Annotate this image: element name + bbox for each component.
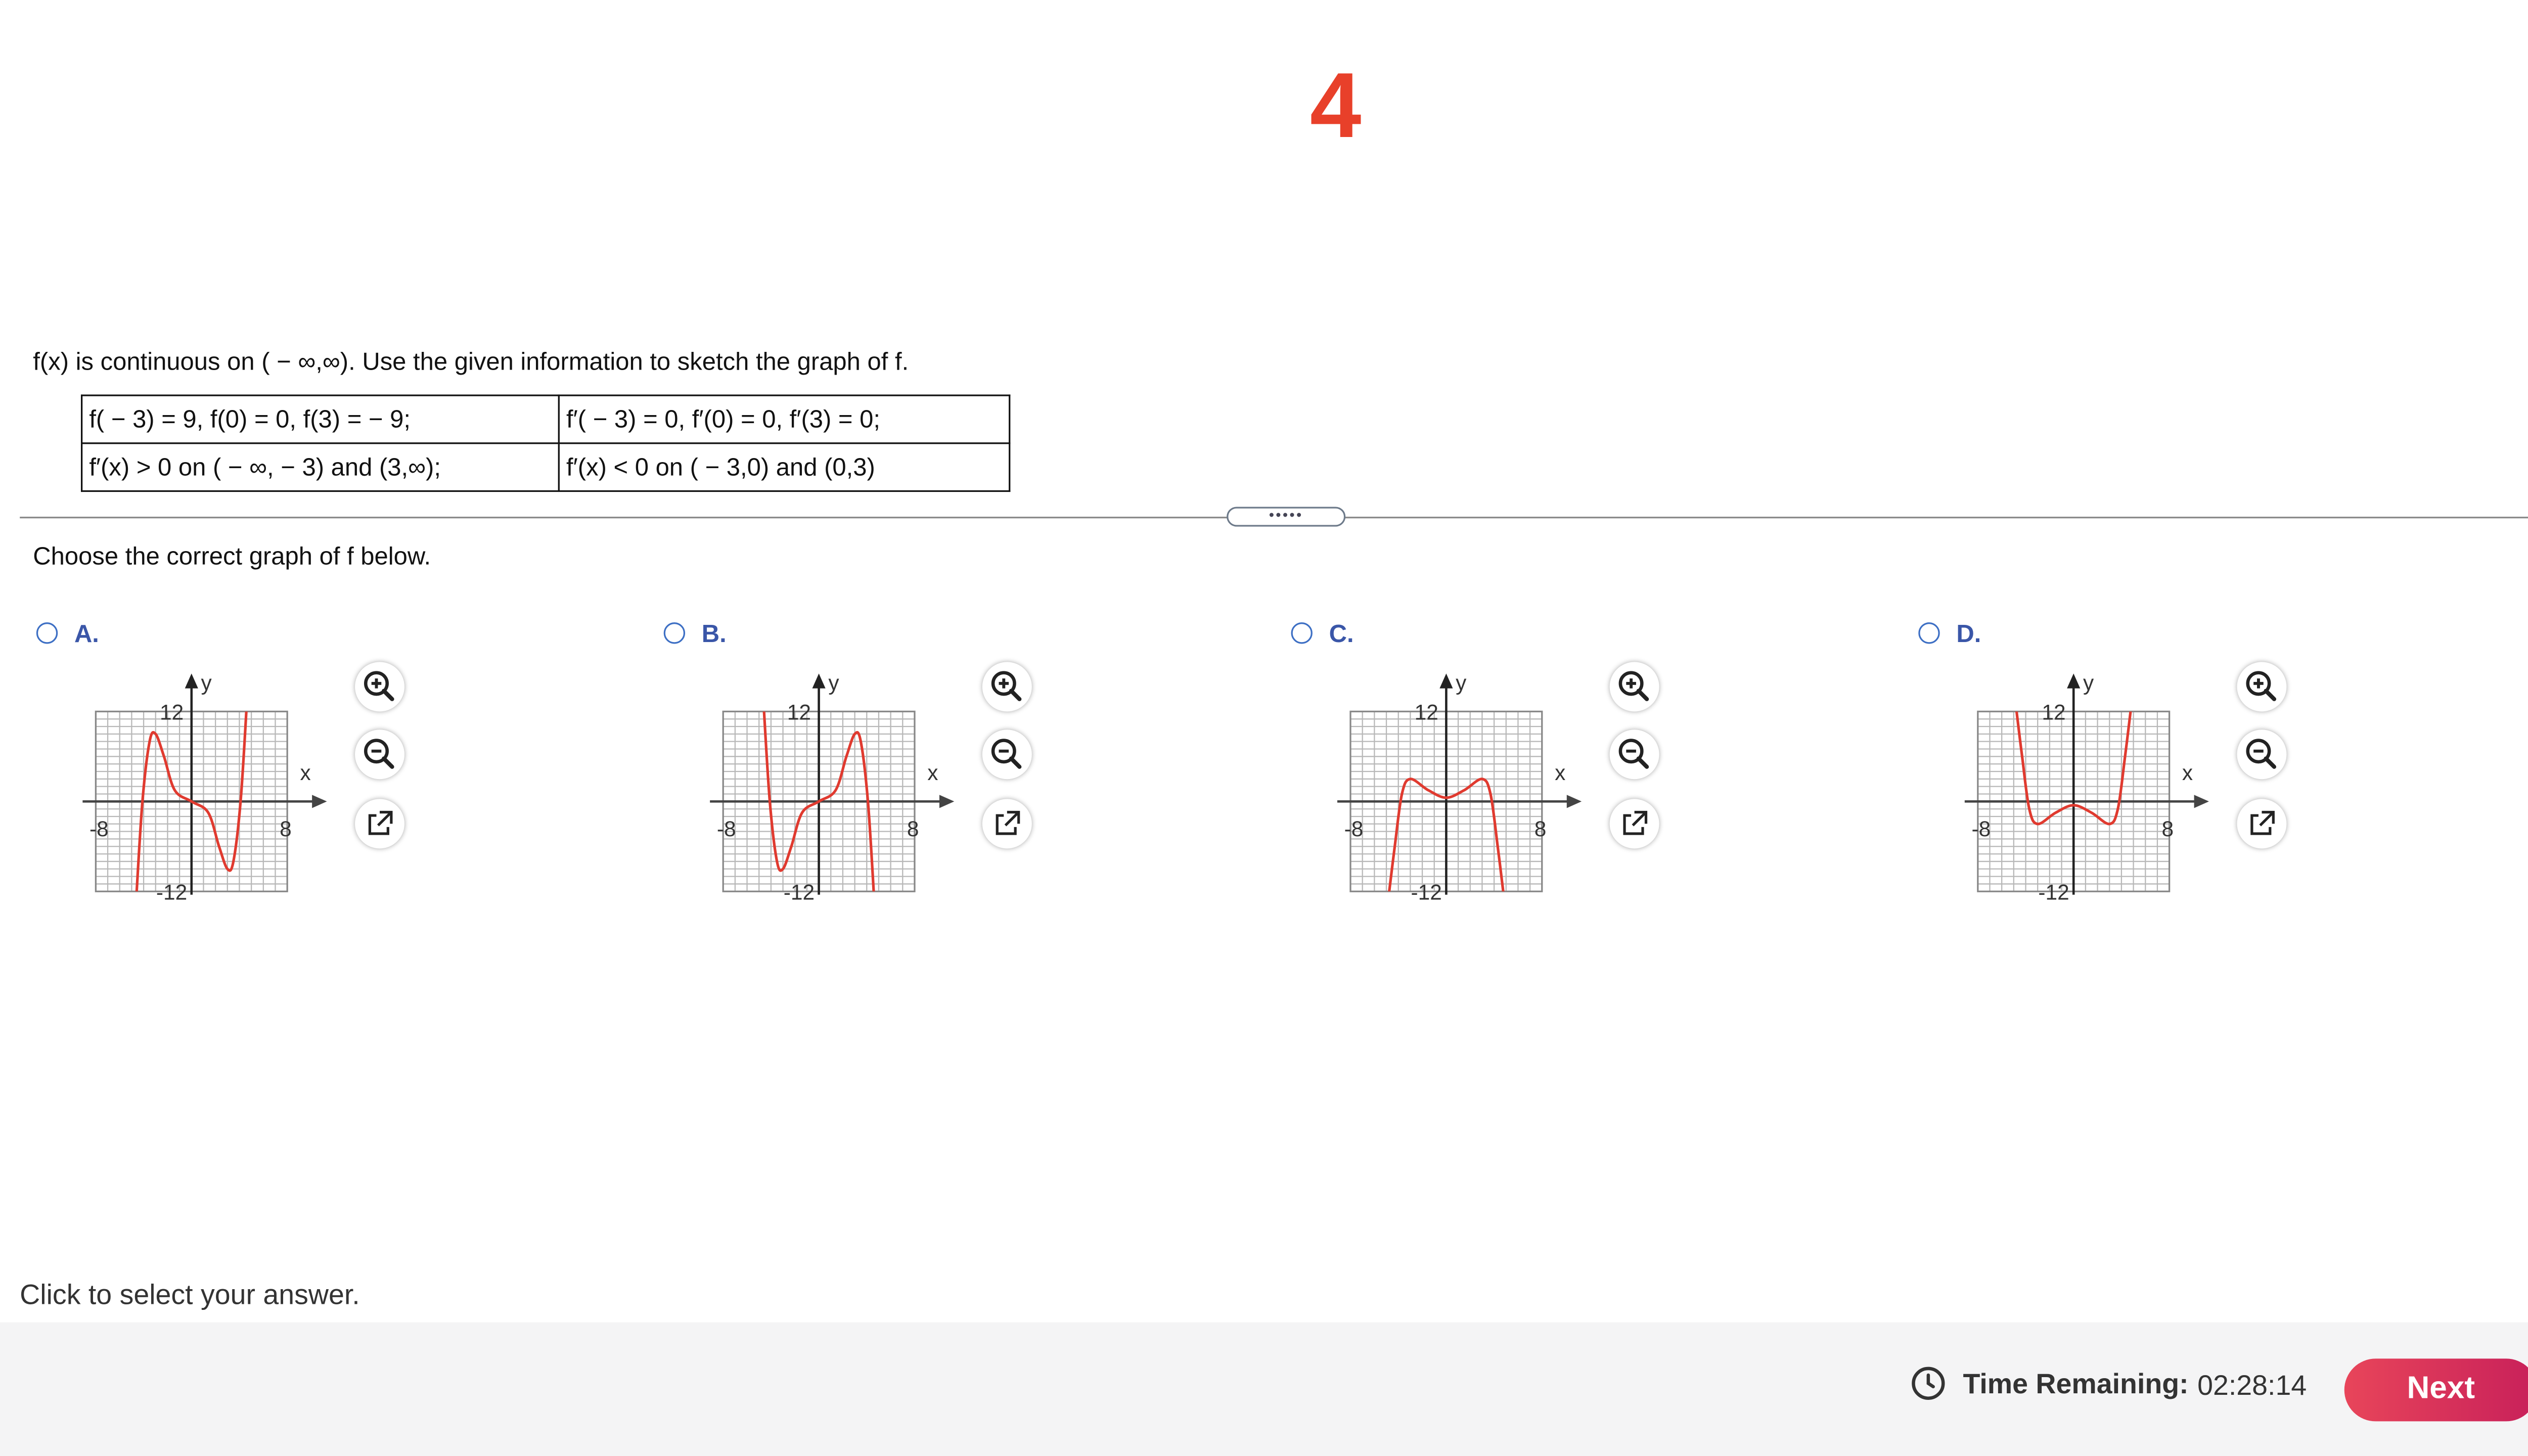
open-new-window-button[interactable] [1609, 799, 1659, 849]
choice-letter[interactable]: A. [74, 621, 99, 649]
choice-letter[interactable]: C. [1329, 621, 1354, 649]
radio-button[interactable] [1291, 622, 1313, 644]
zoom-in-button[interactable] [355, 662, 404, 712]
x-max-tick-label: 8 [1534, 817, 1547, 841]
x-axis-label: x [1555, 761, 1565, 785]
x-axis-label: x [2182, 761, 2193, 785]
zoom-in-button[interactable] [1609, 662, 1659, 712]
open-in-new-window-icon [996, 810, 1020, 835]
y-min-tick-label: -12 [2038, 881, 2069, 904]
y-axis-label: y [828, 671, 839, 695]
zoom-in-button[interactable] [982, 662, 1032, 712]
y-max-tick-label: 12 [2042, 701, 2065, 724]
choice-letter[interactable]: B. [702, 621, 727, 649]
table-cell: f′(x) > 0 on ( − ∞, − 3) and (3,∞); [80, 442, 560, 492]
choice-b[interactable]: B. y x 12 -12 -8 8 [660, 611, 1090, 924]
y-axis-arrow-icon [2067, 673, 2081, 689]
zoom-out-icon [1618, 739, 1649, 769]
x-axis-arrow-icon [939, 795, 955, 808]
x-axis-label: x [300, 761, 310, 785]
radio-button[interactable] [36, 622, 58, 644]
y-axis-arrow-icon [812, 673, 826, 689]
x-axis-label: x [927, 761, 938, 785]
x-min-tick-label: -8 [717, 817, 736, 841]
x-max-tick-label: 8 [280, 817, 292, 841]
x-max-tick-label: 8 [907, 817, 919, 841]
zoom-out-button[interactable] [355, 730, 404, 780]
time-remaining-value: 02:28:14 [2197, 1370, 2307, 1402]
next-button[interactable]: Next [2344, 1358, 2528, 1422]
zoom-out-icon [2246, 739, 2277, 769]
page: 4 f(x) is continuous on ( − ∞,∞). Use th… [0, 0, 2528, 1456]
zoom-in-button[interactable] [2237, 662, 2287, 712]
zoom-out-icon [364, 739, 394, 769]
open-new-window-button[interactable] [982, 799, 1032, 849]
table-cell: f′( − 3) = 0, f′(0) = 0, f′(3) = 0; [558, 394, 1011, 444]
table-row: f( − 3) = 9, f(0) = 0, f(3) = − 9; f′( −… [80, 394, 1011, 444]
choice-c[interactable]: C. y x 12 -12 -8 8 [1288, 611, 1717, 924]
given-information-table: f( − 3) = 9, f(0) = 0, f(3) = − 9; f′( −… [80, 394, 1011, 492]
y-max-tick-label: 12 [160, 701, 184, 724]
zoom-in-icon [364, 671, 394, 701]
choice-letter[interactable]: D. [1956, 621, 1981, 649]
y-axis-label: y [1456, 671, 1467, 695]
open-new-window-button[interactable] [2237, 799, 2287, 849]
zoom-out-icon [991, 739, 1022, 769]
y-max-tick-label: 12 [787, 701, 811, 724]
x-axis-arrow-icon [312, 795, 327, 808]
open-in-new-window-icon [2250, 810, 2275, 835]
x-axis-arrow-icon [2194, 795, 2209, 808]
graph-c[interactable]: y x 12 -12 -8 8 [1337, 660, 1618, 908]
y-min-tick-label: -12 [1411, 881, 1442, 904]
choice-a[interactable]: A. y x 12 -12 -8 8 [33, 611, 462, 924]
x-min-tick-label: -8 [89, 817, 109, 841]
graph-a[interactable]: y x 12 -12 -8 8 [82, 660, 363, 908]
y-axis-label: y [2083, 671, 2094, 695]
graph-d[interactable]: y x 12 -12 -8 8 [1964, 660, 2245, 908]
radio-button[interactable] [663, 622, 686, 644]
question-prompt: f(x) is continuous on ( − ∞,∞). Use the … [33, 348, 909, 377]
instruction-text: Choose the correct graph of f below. [33, 543, 431, 571]
zoom-in-icon [1618, 671, 1649, 701]
y-min-tick-label: -12 [156, 881, 187, 904]
select-answer-hint: Click to select your answer. [20, 1279, 360, 1311]
zoom-out-button[interactable] [982, 730, 1032, 780]
open-new-window-button[interactable] [355, 799, 404, 849]
x-max-tick-label: 8 [2162, 817, 2174, 841]
y-min-tick-label: -12 [784, 881, 815, 904]
question-number: 4 [1310, 53, 1362, 157]
x-min-tick-label: -8 [1344, 817, 1364, 841]
x-axis-arrow-icon [1566, 795, 1582, 808]
y-axis-label: y [201, 671, 212, 695]
time-remaining-label: Time Remaining: [1963, 1368, 2189, 1400]
zoom-in-icon [991, 671, 1022, 701]
y-axis-arrow-icon [185, 673, 198, 689]
open-in-new-window-icon [1623, 810, 1648, 835]
x-min-tick-label: -8 [1971, 817, 1991, 841]
open-in-new-window-icon [368, 810, 393, 835]
y-axis-arrow-icon [1439, 673, 1453, 689]
zoom-out-button[interactable] [2237, 730, 2287, 780]
zoom-in-icon [2246, 671, 2277, 701]
divider-drag-handle[interactable]: ••••• [1227, 507, 1346, 527]
table-cell: f( − 3) = 9, f(0) = 0, f(3) = − 9; [80, 394, 560, 444]
y-max-tick-label: 12 [1415, 701, 1438, 724]
table-row: f′(x) > 0 on ( − ∞, − 3) and (3,∞); f′(x… [80, 442, 1011, 492]
zoom-out-button[interactable] [1609, 730, 1659, 780]
table-cell: f′(x) < 0 on ( − 3,0) and (0,3) [558, 442, 1011, 492]
radio-button[interactable] [1918, 622, 1940, 644]
graph-b[interactable]: y x 12 -12 -8 8 [710, 660, 990, 908]
clock-icon [1912, 1367, 1945, 1400]
choice-d[interactable]: D. y x 12 -12 -8 8 [1915, 611, 2344, 924]
